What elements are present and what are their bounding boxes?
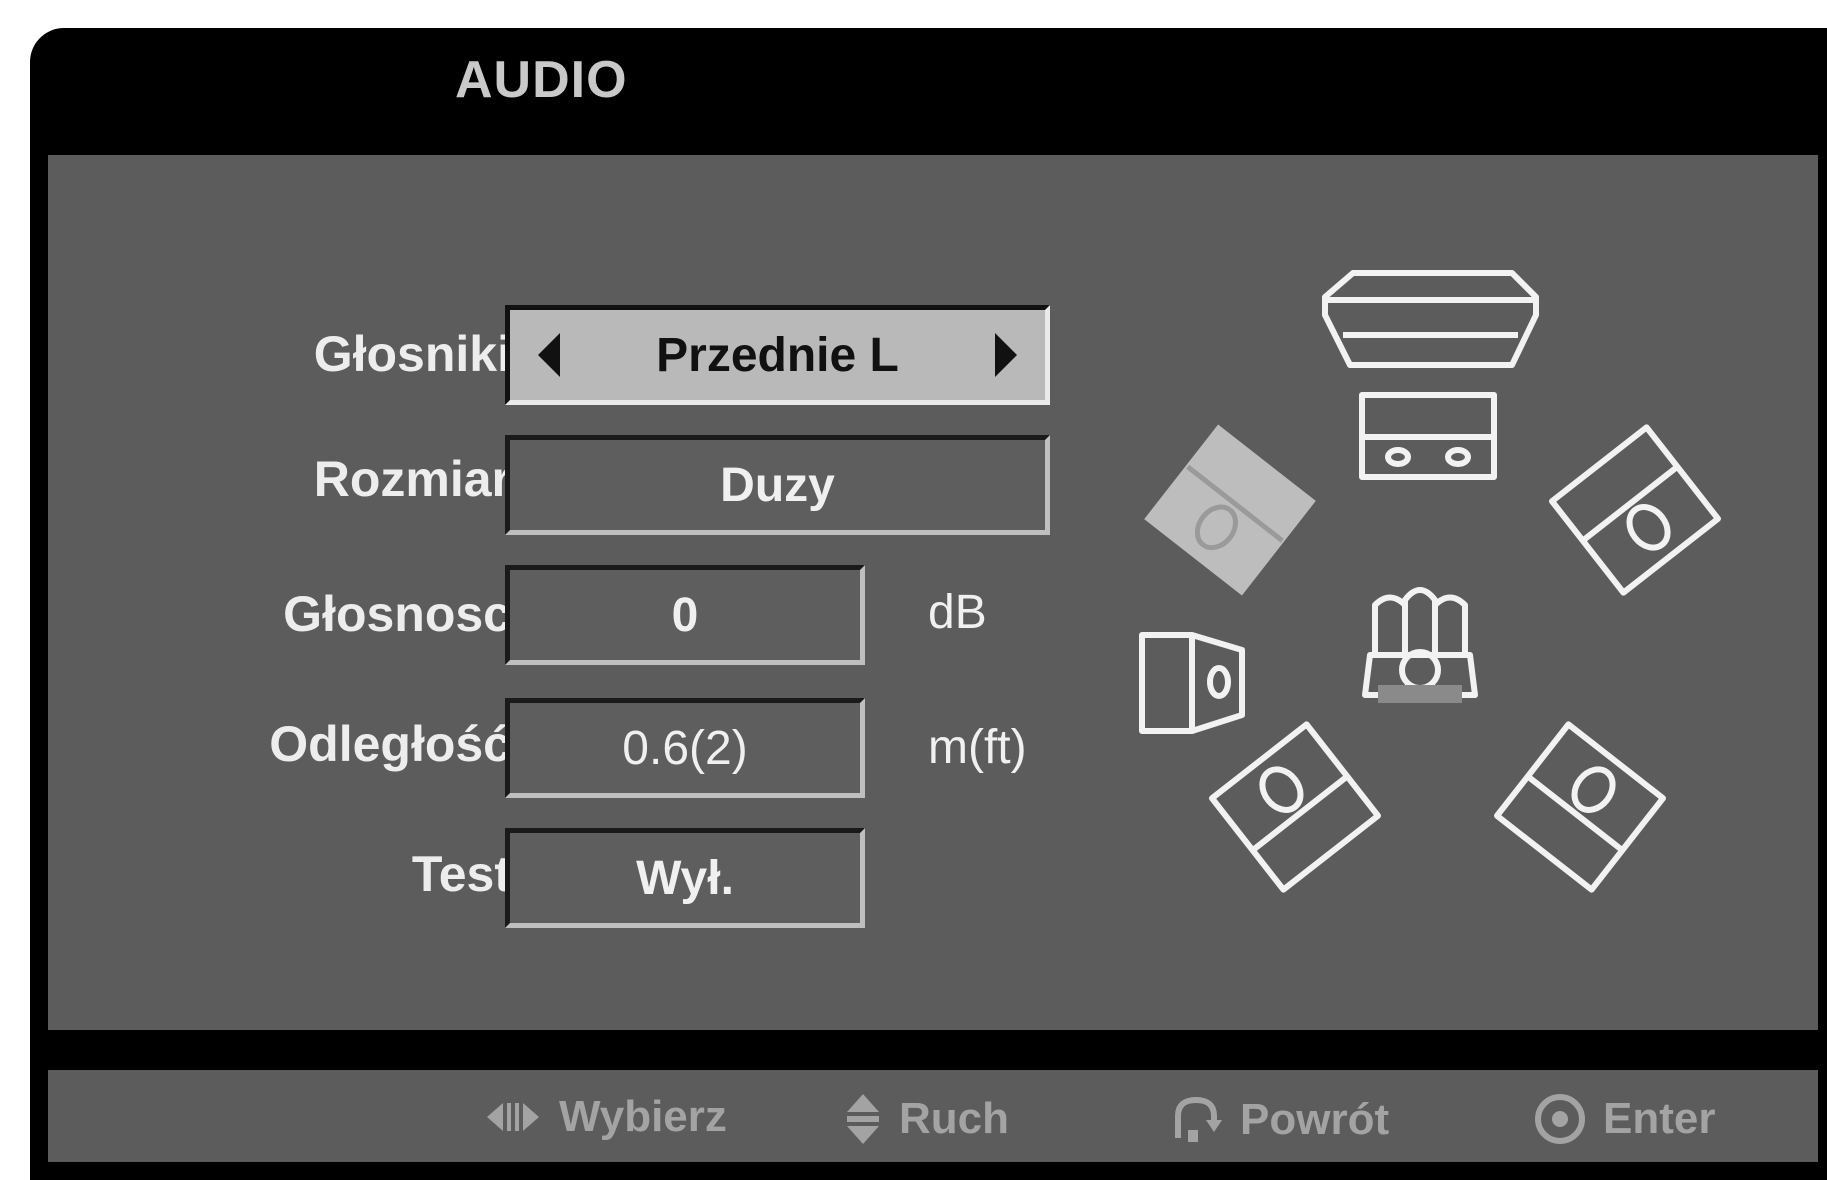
distance-unit: m(ft) [928, 721, 1027, 774]
speaker-layout-diagram [1139, 270, 1721, 893]
menu-title: AUDIO [455, 51, 628, 109]
test-field[interactable]: Wył. [505, 828, 865, 928]
hint-move-label: Ruch [899, 1094, 1009, 1143]
surround-right-speaker-icon [1494, 721, 1666, 893]
speakers-value: Przednie L [656, 328, 899, 382]
footer-bar: Wybierz Ruch Powrót Enter [48, 1070, 1818, 1162]
hint-back: Powrót [1168, 1092, 1389, 1148]
hint-select: Wybierz [483, 1092, 727, 1142]
speakers-selector[interactable]: Przednie L [505, 305, 1050, 405]
distance-value: 0.6(2) [622, 721, 748, 775]
front-left-speaker-icon [1144, 424, 1316, 596]
enter-icon [1535, 1094, 1585, 1144]
subwoofer-icon [1139, 632, 1245, 734]
listener-icon [1362, 587, 1478, 698]
size-label: Rozmiar [313, 451, 511, 507]
volume-label: Głosnosc [283, 586, 511, 642]
listener-seat [1378, 685, 1462, 703]
hint-enter: Enter [1533, 1092, 1715, 1146]
tv-icon [1322, 270, 1539, 368]
front-right-speaker-icon [1549, 424, 1721, 596]
size-value: Duzy [720, 458, 835, 512]
speakers-label: Głosniki [313, 326, 511, 382]
distance-field[interactable]: 0.6(2) [505, 698, 865, 798]
surround-left-speaker-icon [1209, 721, 1381, 893]
arrow-left-icon[interactable] [538, 333, 560, 377]
volume-field[interactable]: 0 [505, 565, 865, 665]
volume-value: 0 [671, 588, 699, 642]
distance-label: Odległość [269, 716, 511, 772]
hint-move: Ruch [843, 1092, 1009, 1146]
arrow-right-icon[interactable] [995, 333, 1017, 377]
size-field[interactable]: Duzy [505, 435, 1050, 535]
test-value: Wył. [636, 851, 734, 905]
hint-select-label: Wybierz [559, 1092, 727, 1141]
volume-unit: dB [928, 586, 987, 639]
return-icon [1175, 1096, 1222, 1142]
hint-back-label: Powrót [1240, 1095, 1390, 1144]
hint-enter-label: Enter [1603, 1094, 1716, 1143]
center-speaker-icon [1359, 392, 1497, 480]
test-label: Test [411, 846, 511, 902]
left-right-icon [487, 1103, 539, 1131]
up-down-icon [847, 1094, 879, 1144]
